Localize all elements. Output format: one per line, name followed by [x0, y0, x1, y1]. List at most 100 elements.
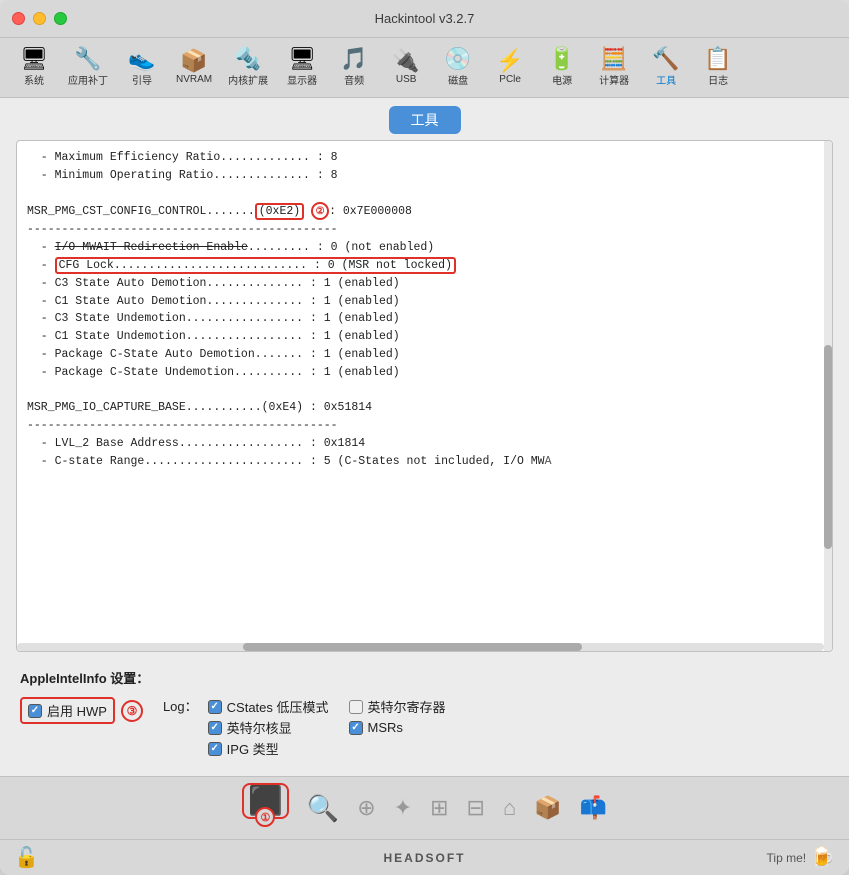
patch-label: 应用补丁	[68, 72, 108, 87]
toolbar-calc[interactable]: 🧮 计算器	[590, 44, 638, 91]
pcie-icon: ⚡	[496, 50, 523, 72]
home-icon: ⌂	[503, 797, 516, 819]
intelreg-label: 英特尔寄存器	[368, 697, 446, 716]
bottom-bluetooth[interactable]: ✦	[394, 797, 412, 819]
v-scrollbar-thumb	[824, 345, 832, 549]
bottom-grid1[interactable]: ⊞	[430, 797, 448, 819]
ipg-label: IPG 类型	[227, 739, 279, 758]
hwp-label: 启用 HWP	[47, 701, 107, 720]
toolbar-pcie[interactable]: ⚡ PCle	[486, 46, 534, 89]
h-scrollbar-thumb	[243, 643, 582, 651]
search-icon: 🔍	[307, 795, 339, 821]
toolbar-kext[interactable]: 🔩 内核扩展	[222, 44, 274, 91]
intelvga-checkbox[interactable]: ✓	[208, 721, 222, 735]
titlebar: Hackintool v3.2.7	[0, 0, 849, 38]
bottom-package1[interactable]: 📦	[534, 797, 561, 819]
patch-icon: 🔧	[74, 48, 101, 70]
calc-icon: 🧮	[600, 48, 627, 70]
traffic-lights	[12, 12, 67, 25]
footer: 🔓 HEADSOFT Tip me! 🍺	[0, 839, 849, 875]
maximize-button[interactable]	[54, 12, 67, 25]
bottom-search[interactable]: 🔍	[307, 795, 339, 821]
toolbar-nvram[interactable]: 📦 NVRAM	[170, 46, 218, 89]
cstates-check: ✓	[210, 701, 218, 712]
tip-area[interactable]: Tip me! 🍺	[767, 845, 835, 870]
main-toolbar: 🖥 系统 🔧 应用补丁 👟 引导 📦 NVRAM 🔩 内核扩展 🖥 显示器 🎵 …	[0, 38, 849, 98]
h-scrollbar[interactable]	[17, 643, 824, 651]
cstates-label: CStates 低压模式	[227, 697, 329, 716]
line-1: - Maximum Efficiency Ratio............. …	[27, 151, 552, 468]
hwp-checkbox-box[interactable]: ✓ 启用 HWP	[20, 697, 115, 724]
close-button[interactable]	[12, 12, 25, 25]
grid2-icon: ⊟	[467, 797, 485, 819]
power-icon: 🔋	[548, 48, 575, 70]
toolbar-disk[interactable]: 💿 磁盘	[434, 44, 482, 91]
settings-title: AppleIntelInfo 设置：	[20, 668, 829, 687]
toolbar-usb[interactable]: 🔌 USB	[382, 46, 430, 89]
package2-icon: 📫	[580, 797, 607, 819]
toolbar-patch[interactable]: 🔧 应用补丁	[62, 44, 114, 91]
toolbar-audio[interactable]: 🎵 音频	[330, 44, 378, 91]
bottom-toolbar: ⬛ ① 🔍 ⊕ ✦ ⊞ ⊟ ⌂ 📦 📫	[0, 776, 849, 839]
beer-icon: 🍺	[810, 845, 835, 870]
hwp-wrapper: ✓ 启用 HWP ③	[20, 697, 143, 724]
bottom-cpu[interactable]: ⬛ ①	[242, 783, 289, 819]
badge-1: ①	[255, 807, 275, 827]
toolbar-boot[interactable]: 👟 引导	[118, 44, 166, 91]
toolbar-system[interactable]: 🖥 系统	[10, 44, 58, 91]
intelvga-check: ✓	[210, 722, 218, 733]
badge-3: ③	[121, 700, 143, 722]
tools-tab-button[interactable]: 工具	[389, 106, 461, 134]
hwp-check-icon: ✓	[31, 705, 39, 716]
output-text: - Maximum Efficiency Ratio............. …	[27, 149, 822, 471]
disk-icon: 💿	[444, 48, 471, 70]
hwp-checkbox[interactable]: ✓	[28, 704, 42, 718]
bottom-package2[interactable]: 📫	[580, 797, 607, 819]
main-content: - Maximum Efficiency Ratio............. …	[0, 140, 849, 776]
log-item-intelreg: 英特尔寄存器	[349, 697, 446, 716]
bottom-grid2[interactable]: ⊟	[467, 797, 485, 819]
toolbar-log[interactable]: 📋 日志	[694, 44, 742, 91]
system-icon: 🖥	[20, 48, 48, 70]
toolbar-power[interactable]: 🔋 电源	[538, 44, 586, 91]
lock-icon[interactable]: 🔓	[14, 845, 39, 870]
tune-icon: ⊕	[357, 797, 375, 819]
msrs-checkbox[interactable]: ✓	[349, 721, 363, 735]
intelreg-checkbox[interactable]	[349, 700, 363, 714]
log-section-label: Log：	[163, 697, 198, 717]
nvram-label: NVRAM	[176, 74, 212, 85]
footer-left: 🔓	[14, 845, 39, 870]
display-label: 显示器	[287, 72, 317, 87]
msrs-label: MSRs	[368, 720, 403, 735]
bluetooth-icon: ✦	[394, 797, 412, 819]
log-label: 日志	[708, 72, 728, 87]
footer-brand: HEADSOFT	[384, 851, 466, 865]
audio-label: 音频	[344, 72, 364, 87]
toolbar-tools[interactable]: 🔨 工具	[642, 44, 690, 91]
log-item-ipg: ✓ IPG 类型	[208, 739, 329, 758]
tip-label: Tip me!	[767, 851, 807, 865]
grid1-icon: ⊞	[430, 797, 448, 819]
calc-label: 计算器	[599, 72, 629, 87]
log-item-msrs: ✓ MSRs	[349, 718, 446, 737]
cstates-checkbox[interactable]: ✓	[208, 700, 222, 714]
bottom-home[interactable]: ⌂	[503, 797, 516, 819]
usb-icon: 🔌	[392, 50, 419, 72]
app-window: Hackintool v3.2.7 🖥 系统 🔧 应用补丁 👟 引导 📦 NVR…	[0, 0, 849, 875]
output-scroll[interactable]: - Maximum Efficiency Ratio............. …	[17, 141, 832, 651]
v-scrollbar[interactable]	[824, 141, 832, 651]
package1-icon: 📦	[534, 797, 561, 819]
log-grid: ✓ CStates 低压模式 英特尔寄存器 ✓	[208, 697, 446, 758]
tab-area: 工具	[0, 98, 849, 140]
bottom-tune[interactable]: ⊕	[357, 797, 375, 819]
tools-icon: 🔨	[652, 48, 679, 70]
system-label: 系统	[24, 72, 44, 87]
log-item-cstates: ✓ CStates 低压模式	[208, 697, 329, 716]
power-label: 电源	[552, 72, 572, 87]
minimize-button[interactable]	[33, 12, 46, 25]
settings-section: AppleIntelInfo 设置： ✓ 启用 HWP ③ Log：	[16, 662, 833, 768]
ipg-checkbox[interactable]: ✓	[208, 742, 222, 756]
audio-icon: 🎵	[340, 48, 367, 70]
log-section: Log： ✓ CStates 低压模式 英特尔寄存器	[163, 697, 446, 758]
toolbar-display[interactable]: 🖥 显示器	[278, 44, 326, 91]
